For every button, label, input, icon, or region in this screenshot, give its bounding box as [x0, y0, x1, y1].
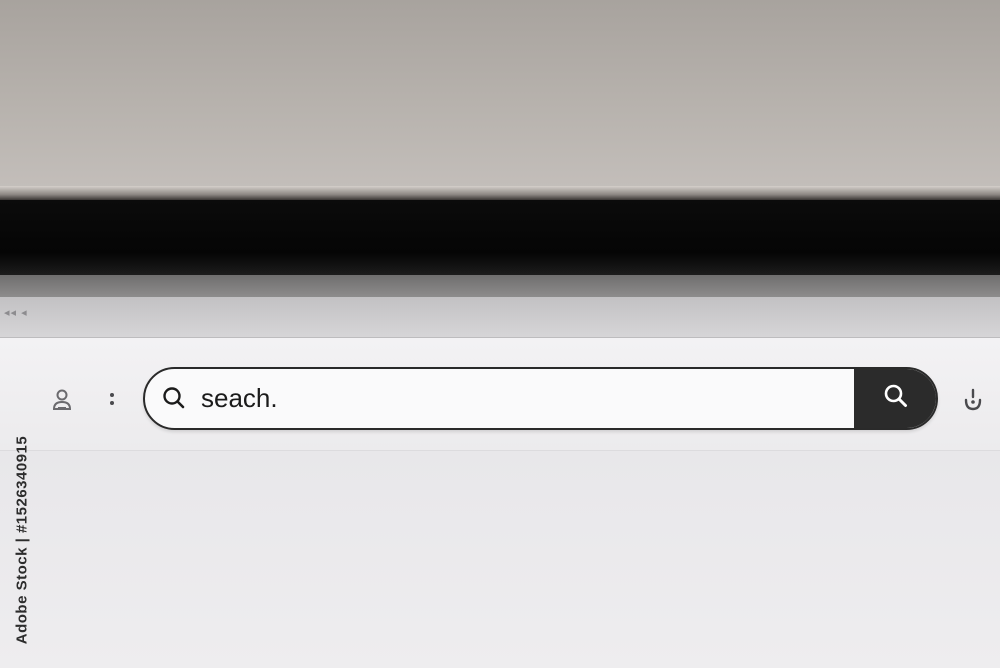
- background-wall: [0, 0, 1000, 188]
- search-icon: [162, 386, 186, 410]
- stock-watermark: Adobe Stock | #1526340915: [10, 420, 34, 660]
- browser-tab-strip: ◂◂ ◂: [0, 297, 1000, 338]
- magnifier-icon: [882, 382, 910, 415]
- vertical-dots-icon[interactable]: [104, 388, 120, 410]
- tab-strip-glyphs: ◂◂ ◂: [4, 307, 28, 319]
- page-content-area: [0, 450, 1000, 668]
- search-input[interactable]: seach.: [201, 383, 278, 413]
- search-bar[interactable]: seach.: [143, 367, 938, 430]
- user-badge-icon[interactable]: [48, 386, 76, 414]
- screen-edge: [0, 275, 1000, 297]
- assistant-icon[interactable]: [958, 385, 988, 415]
- search-submit-button[interactable]: [854, 369, 936, 428]
- monitor-top-edge: [0, 186, 1000, 200]
- stock-id-text: Adobe Stock | #1526340915: [13, 435, 31, 645]
- monitor-bezel: [0, 200, 1000, 275]
